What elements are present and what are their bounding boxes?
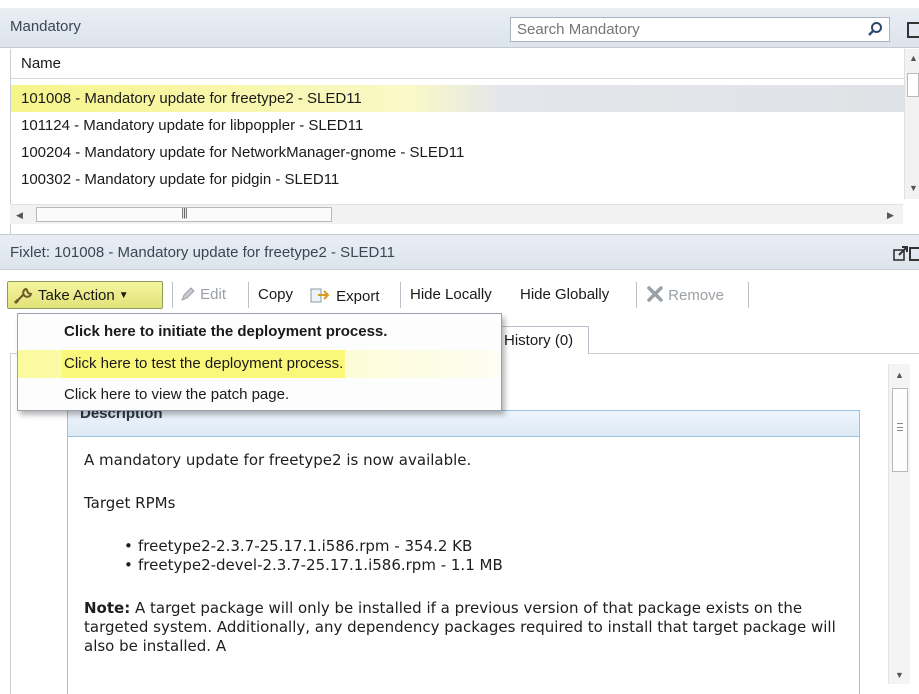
scroll-down-icon[interactable]: ▼ bbox=[909, 183, 918, 193]
list-vertical-scrollbar[interactable]: ▲ ▼ bbox=[904, 49, 919, 199]
remove-label: Remove bbox=[668, 287, 725, 304]
remove-button[interactable]: Remove bbox=[646, 286, 724, 304]
wrench-icon bbox=[13, 287, 33, 305]
take-action-menu: Click here to initiate the deployment pr… bbox=[17, 313, 502, 411]
toolbar-separator bbox=[248, 282, 249, 308]
remove-x-icon bbox=[647, 286, 663, 302]
list-horizontal-scrollbar[interactable]: ◀ ||| ▶ bbox=[10, 204, 903, 224]
search-icon[interactable] bbox=[867, 21, 883, 37]
pencil-icon bbox=[181, 287, 195, 301]
description-header: Description bbox=[68, 405, 859, 437]
list-item: freetype2-devel-2.3.7-25.17.1.i586.rpm -… bbox=[124, 556, 844, 575]
edit-button[interactable]: Edit bbox=[180, 286, 226, 303]
search-box[interactable] bbox=[510, 17, 890, 42]
toolbar-separator bbox=[400, 282, 401, 308]
export-button[interactable]: Export bbox=[310, 286, 380, 305]
fixlet-title: Fixlet: 101008 - Mandatory update for fr… bbox=[10, 244, 395, 261]
description-body: A mandatory update for freetype2 is now … bbox=[84, 451, 844, 680]
table-row[interactable]: 101124 - Mandatory update for libpoppler… bbox=[11, 112, 904, 139]
target-rpms-label: Target RPMs bbox=[84, 494, 176, 512]
toolbar-separator bbox=[748, 282, 749, 308]
description-box: Description A mandatory update for freet… bbox=[67, 405, 860, 694]
list-panel-title: Mandatory bbox=[10, 18, 81, 35]
hide-globally-button[interactable]: Hide Globally bbox=[520, 286, 609, 303]
menu-item-view-patch-page[interactable]: Click here to view the patch page. bbox=[18, 381, 501, 409]
table-row[interactable]: 100302 - Mandatory update for pidgin - S… bbox=[11, 166, 904, 193]
scroll-down-icon[interactable]: ▼ bbox=[895, 670, 904, 680]
toolbar-separator bbox=[172, 282, 173, 308]
column-header-name[interactable]: Name bbox=[11, 49, 904, 79]
list-item: freetype2-2.3.7-25.17.1.i586.rpm - 354.2… bbox=[124, 537, 844, 556]
scroll-up-icon[interactable]: ▲ bbox=[909, 53, 918, 63]
table-row[interactable]: 101008 - Mandatory update for freetype2 … bbox=[11, 85, 904, 112]
export-label: Export bbox=[336, 288, 380, 305]
note-text: A target package will only be installed … bbox=[84, 599, 836, 655]
table-row[interactable]: 100204 - Mandatory update for NetworkMan… bbox=[11, 139, 904, 166]
take-action-label: Take Action bbox=[38, 286, 115, 304]
window-edge-icon[interactable] bbox=[907, 22, 919, 38]
toolbar-separator bbox=[636, 282, 637, 308]
copy-button[interactable]: Copy bbox=[258, 286, 293, 303]
scroll-up-icon[interactable]: ▲ bbox=[895, 370, 904, 380]
menu-item-initiate-deployment[interactable]: Click here to initiate the deployment pr… bbox=[18, 318, 501, 346]
scroll-left-icon[interactable]: ◀ bbox=[16, 210, 23, 220]
rpm-list: freetype2-2.3.7-25.17.1.i586.rpm - 354.2… bbox=[124, 537, 844, 575]
note-label: Note: bbox=[84, 599, 131, 617]
search-input[interactable] bbox=[511, 18, 851, 41]
hide-locally-button[interactable]: Hide Locally bbox=[410, 286, 492, 303]
menu-item-test-deployment[interactable]: Click here to test the deployment proces… bbox=[18, 350, 501, 378]
grip-icon bbox=[897, 423, 903, 431]
menu-item-label: Click here to test the deployment proces… bbox=[62, 350, 346, 378]
popout-icon[interactable] bbox=[893, 245, 909, 261]
list-panel-header: Mandatory bbox=[0, 8, 919, 48]
scroll-thumb[interactable] bbox=[892, 388, 908, 472]
tab-history[interactable]: History (0) bbox=[493, 326, 589, 355]
fixlet-rows: 101008 - Mandatory update for freetype2 … bbox=[11, 85, 904, 193]
scroll-thumb[interactable]: ||| bbox=[36, 207, 332, 222]
take-action-button[interactable]: Take Action ▼ bbox=[7, 281, 163, 309]
scroll-right-icon[interactable]: ▶ bbox=[887, 210, 894, 220]
edit-label: Edit bbox=[200, 286, 227, 303]
fixlet-panel-header: Fixlet: 101008 - Mandatory update for fr… bbox=[0, 234, 919, 270]
content-vertical-scrollbar[interactable]: ▲ ▼ bbox=[888, 364, 910, 684]
export-icon bbox=[310, 288, 330, 303]
window-edge-icon[interactable] bbox=[909, 247, 919, 261]
scroll-thumb[interactable] bbox=[907, 73, 919, 97]
description-intro: A mandatory update for freetype2 is now … bbox=[84, 451, 472, 469]
chevron-down-icon: ▼ bbox=[118, 289, 129, 301]
note-paragraph: Note: A target package will only be inst… bbox=[84, 599, 844, 656]
